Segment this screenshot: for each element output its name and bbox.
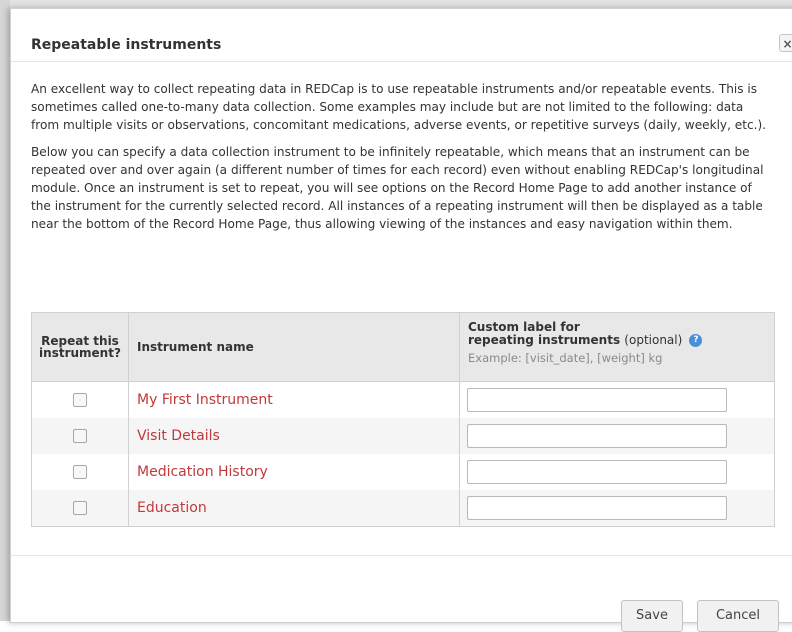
custom-label-input[interactable] — [467, 460, 727, 484]
details-paragraph: Below you can specify a data collection … — [31, 145, 764, 231]
label-cell — [459, 454, 775, 490]
table-row: Medication History — [31, 454, 775, 490]
close-icon[interactable]: × — [779, 34, 792, 52]
instrument-link[interactable]: Visit Details — [129, 428, 220, 444]
instrument-link[interactable]: Education — [129, 500, 207, 516]
table-header-row: Repeat this instrument? Instrument name … — [31, 312, 775, 382]
label-cell — [459, 381, 775, 418]
repeat-column-header: Repeat this instrument? — [31, 312, 129, 382]
instrument-link[interactable]: Medication History — [129, 464, 268, 480]
custom-label-example: Example: [visit_date], [weight] kg — [468, 351, 663, 365]
checkbox-cell — [31, 454, 129, 490]
instrument-name-header: Instrument name — [128, 312, 460, 382]
instrument-cell: Education — [128, 490, 460, 527]
repeat-instruments-table: Repeat this instrument? Instrument name … — [31, 312, 775, 527]
dialog-titlebar: Repeatable instruments × — [11, 9, 792, 62]
repeat-checkbox[interactable] — [73, 501, 87, 516]
checkbox-cell — [31, 418, 129, 454]
custom-header-optional: (optional) — [624, 333, 683, 347]
checkbox-cell — [31, 381, 129, 418]
custom-label-input[interactable] — [467, 424, 727, 448]
custom-label-input[interactable] — [467, 496, 727, 520]
instrument-link[interactable]: My First Instrument — [129, 392, 273, 408]
label-cell — [459, 418, 775, 454]
custom-header-line1: Custom label for — [468, 320, 580, 334]
help-icon[interactable]: ? — [689, 334, 703, 347]
table-row: My First Instrument — [31, 381, 775, 418]
label-cell — [459, 490, 775, 527]
save-button[interactable]: Save — [621, 600, 683, 632]
intro-paragraph: An excellent way to collect repeating da… — [31, 82, 767, 132]
dialog-description: An excellent way to collect repeating da… — [31, 81, 773, 243]
repeat-checkbox[interactable] — [73, 393, 87, 408]
repeatable-instruments-dialog: Repeatable instruments × An excellent wa… — [10, 8, 792, 632]
custom-header-line2: repeating instruments — [468, 333, 621, 347]
instrument-cell: My First Instrument — [128, 381, 460, 418]
custom-label-input[interactable] — [467, 388, 727, 412]
instrument-cell: Visit Details — [128, 418, 460, 454]
repeat-header-line2: instrument? — [39, 346, 121, 360]
checkbox-cell — [31, 490, 129, 527]
instrument-cell: Medication History — [128, 454, 460, 490]
table-row: Education — [31, 490, 775, 527]
dialog-footer: Save Cancel — [11, 555, 792, 632]
repeat-checkbox[interactable] — [73, 465, 87, 480]
custom-label-header: Custom label for repeating instruments (… — [459, 312, 775, 382]
table-row: Visit Details — [31, 418, 775, 454]
dialog-title: Repeatable instruments — [31, 37, 222, 53]
repeat-checkbox[interactable] — [73, 429, 87, 444]
page-backdrop-left — [0, 0, 10, 621]
cancel-button[interactable]: Cancel — [697, 600, 779, 632]
page-backdrop-top — [0, 0, 792, 8]
